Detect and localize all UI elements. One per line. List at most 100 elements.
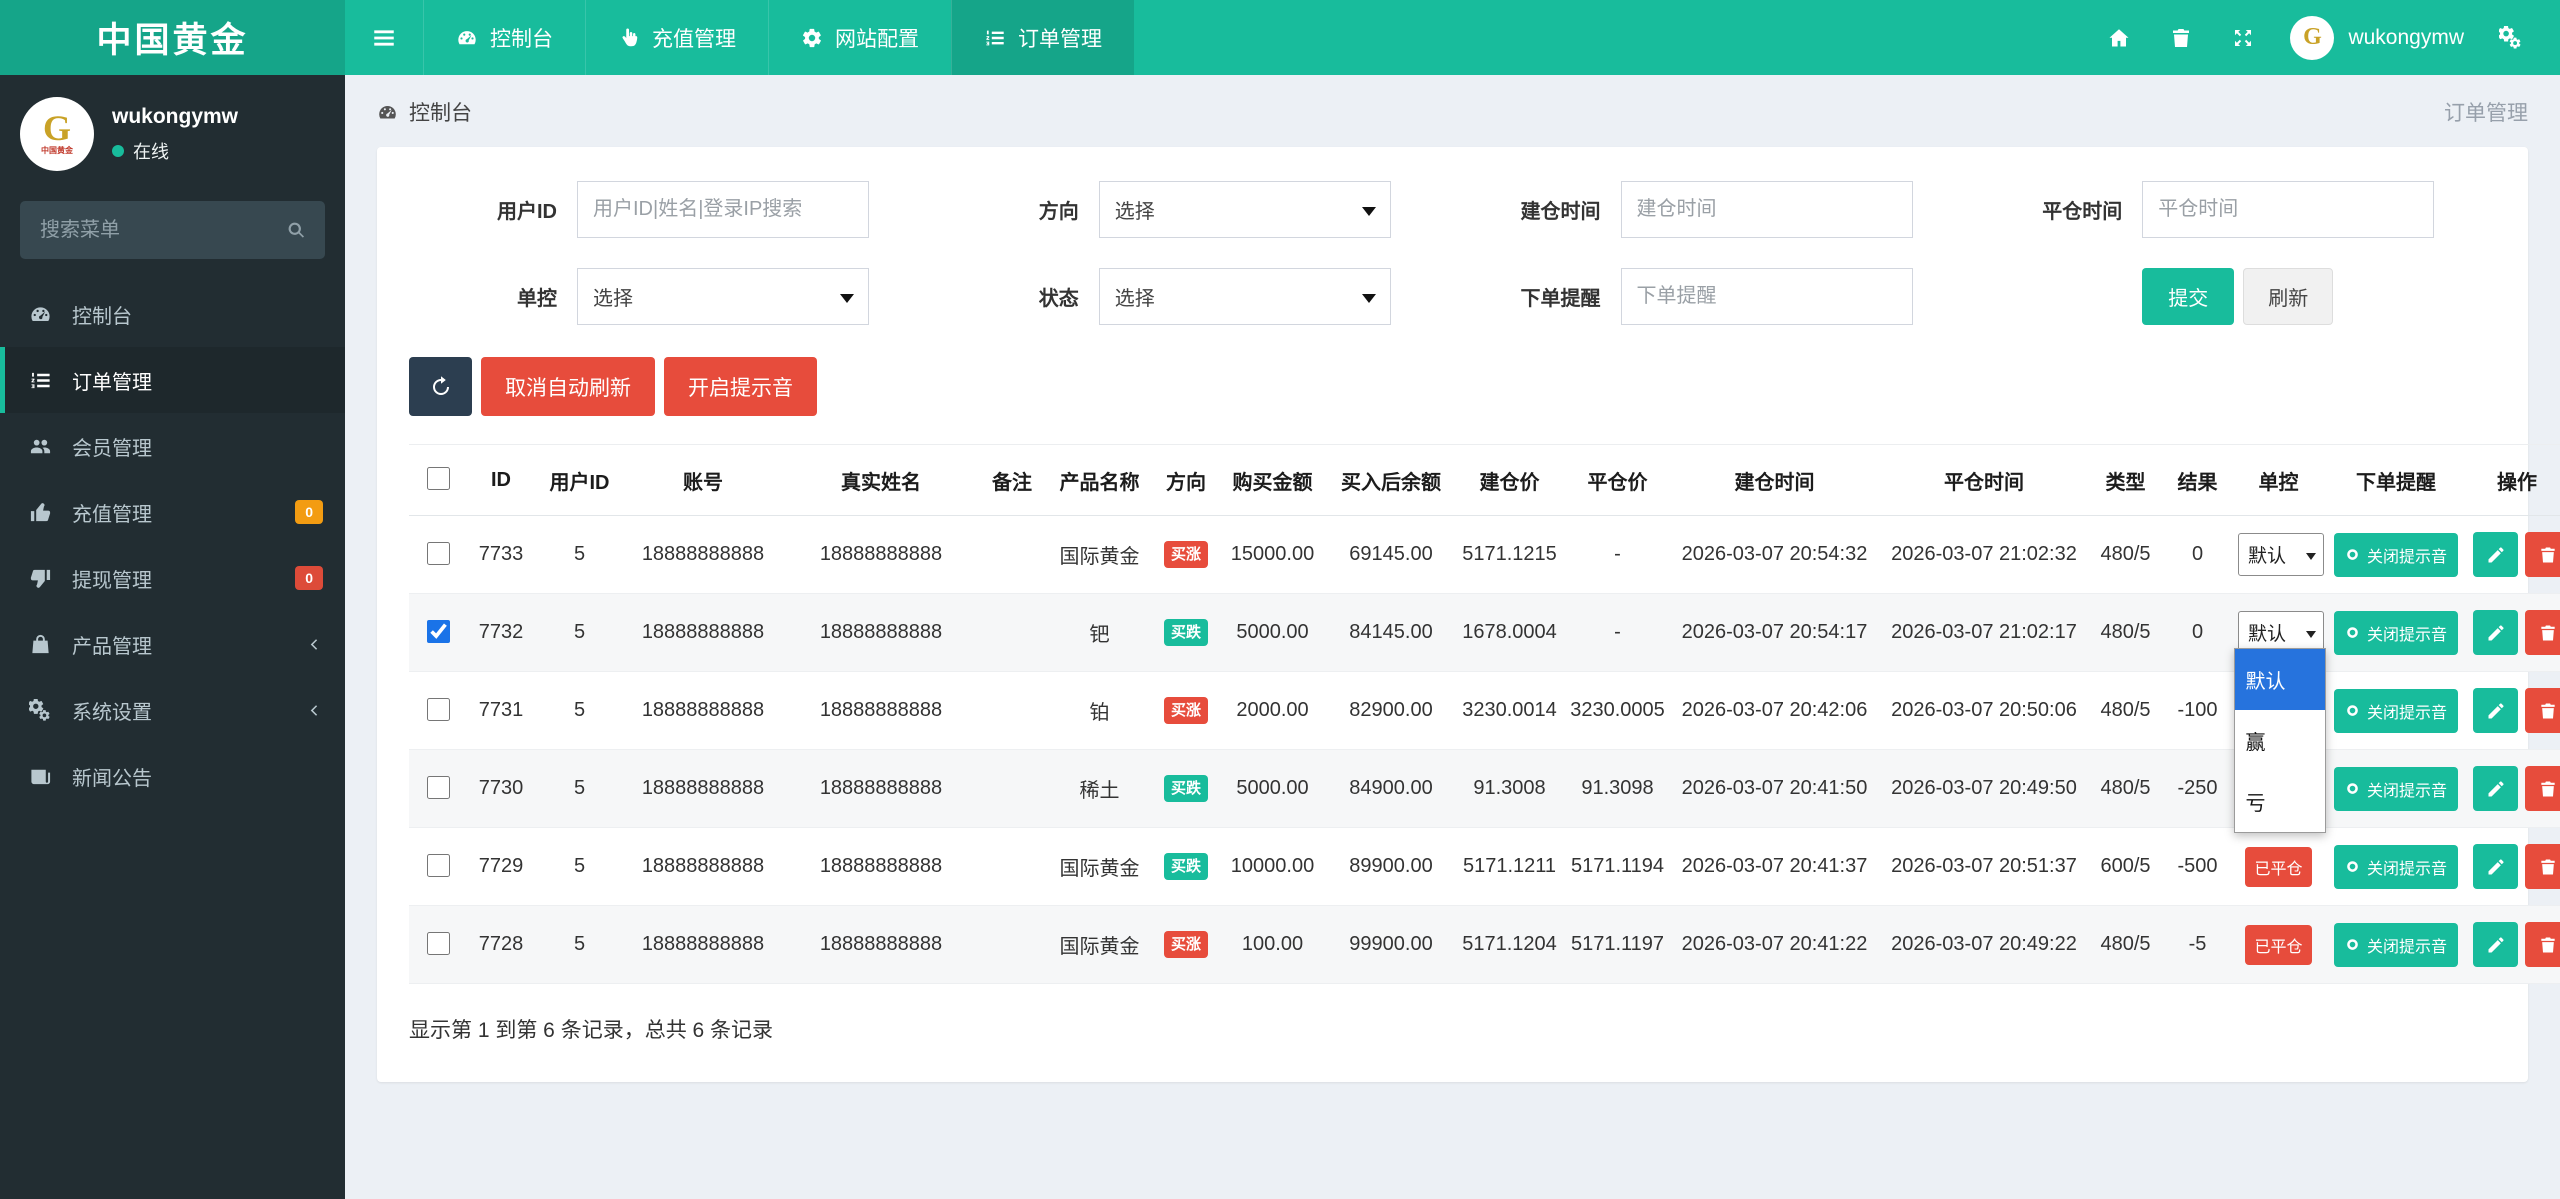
close-sound-button[interactable]: 关闭提示音	[2333, 532, 2458, 577]
status-select[interactable]: 选择	[1098, 268, 1391, 325]
edit-button[interactable]	[2473, 688, 2518, 733]
row-checkbox[interactable]	[426, 541, 450, 565]
close-sound-button[interactable]: 关闭提示音	[2333, 688, 2458, 733]
row-checkbox[interactable]	[426, 931, 450, 955]
submit-button[interactable]: 提交	[2142, 268, 2235, 325]
cancel-auto-refresh-button[interactable]: 取消自动刷新	[481, 357, 655, 416]
edit-button[interactable]	[2473, 844, 2518, 889]
control-select[interactable]: 选择	[577, 268, 869, 325]
edit-button[interactable]	[2473, 532, 2518, 577]
remind-input[interactable]	[1620, 268, 1913, 325]
close-time-cell: 2026-03-07 21:02:32	[1878, 515, 2090, 594]
row-checkbox[interactable]	[426, 697, 450, 721]
thumbs-down-icon	[25, 567, 55, 590]
user-id-cell: 5	[536, 515, 623, 594]
bag-icon	[25, 633, 55, 656]
close-time-input[interactable]	[2142, 181, 2435, 238]
sidebar-item-label: 会员管理	[72, 437, 152, 460]
column-header: 用户ID	[536, 444, 623, 516]
sidebar-item-3[interactable]: 会员管理	[0, 413, 345, 479]
balance-cell: 89900.00	[1327, 827, 1455, 906]
brand-logo: 中国黄金	[0, 0, 345, 75]
list-ol-icon	[25, 369, 55, 392]
nav-tab-label: 控制台	[490, 27, 553, 51]
close-sound-button[interactable]: 关闭提示音	[2333, 766, 2458, 811]
nav-tab-3[interactable]: 网站配置	[768, 0, 951, 75]
delete-button[interactable]	[2525, 688, 2560, 733]
nav-tab-4[interactable]: 订单管理	[951, 0, 1134, 75]
dropdown-option-1[interactable]: 默认	[2234, 649, 2325, 710]
delete-button[interactable]	[2525, 922, 2560, 967]
delete-button[interactable]	[2525, 844, 2560, 889]
pencil-icon	[2486, 779, 2506, 799]
column-header: 平仓时间	[1878, 444, 2090, 516]
orders-panel: 用户ID 方向 选择 建仓时间 平仓时间 单控 选择 状态 选择	[377, 147, 2560, 1082]
dropdown-option-2[interactable]: 赢	[2235, 710, 2325, 771]
nav-tab-2[interactable]: 充值管理	[585, 0, 768, 75]
select-all-checkbox[interactable]	[426, 467, 450, 490]
search-icon[interactable]	[286, 220, 307, 241]
balance-cell: 69145.00	[1327, 515, 1455, 594]
fullscreen-button[interactable]	[2212, 0, 2274, 75]
refresh-button[interactable]: 刷新	[2243, 268, 2334, 325]
home-button[interactable]	[2088, 0, 2150, 75]
close-time-cell: 2026-03-07 20:49:50	[1878, 749, 2090, 828]
row-checkbox[interactable]	[426, 775, 450, 799]
control-cell: 默认 默认赢亏	[2233, 593, 2326, 833]
direction-badge: 买涨	[1163, 696, 1208, 725]
column-header: 单控	[2234, 444, 2323, 516]
direction-select[interactable]: 选择	[1098, 181, 1391, 238]
donut-icon	[2345, 703, 2360, 718]
edit-button[interactable]	[2473, 766, 2518, 811]
close-price-cell: 3230.0005	[1564, 671, 1671, 750]
close-time-label: 平仓时间	[2042, 201, 2123, 223]
row-checkbox[interactable]	[426, 853, 450, 877]
close-sound-button[interactable]: 关闭提示音	[2333, 610, 2458, 655]
settings-button[interactable]	[2480, 0, 2542, 75]
trash-icon	[2538, 623, 2558, 643]
close-sound-button[interactable]: 关闭提示音	[2333, 922, 2458, 967]
sidebar-item-4[interactable]: 充值管理 0	[0, 479, 345, 545]
sidebar-item-2[interactable]: 订单管理	[0, 347, 345, 413]
sidebar-toggle-button[interactable]	[345, 0, 423, 75]
tachometer-icon	[25, 303, 55, 326]
sidebar-item-6[interactable]: 产品管理	[0, 611, 345, 677]
navbar-username: wukongymw	[2348, 25, 2464, 49]
reload-table-button[interactable]	[409, 357, 472, 416]
clear-cache-button[interactable]	[2150, 0, 2212, 75]
user-menu[interactable]: G wukongymw	[2274, 15, 2480, 60]
result-cell: 0	[2161, 593, 2234, 672]
type-cell: 480/5	[2090, 515, 2161, 594]
status-label: 状态	[1038, 288, 1079, 310]
close-time-cell: 2026-03-07 21:02:17	[1878, 593, 2090, 672]
open-time-input[interactable]	[1620, 181, 1913, 238]
row-control-value: 默认	[2248, 546, 2287, 567]
edit-button[interactable]	[2473, 922, 2518, 967]
open-time-cell: 2026-03-07 20:54:17	[1671, 593, 1878, 672]
sidebar-item-7[interactable]: 系统设置	[0, 677, 345, 743]
product-cell: 国际黄金	[1045, 515, 1154, 594]
row-checkbox[interactable]	[426, 619, 450, 643]
id-cell: 7732	[466, 593, 536, 672]
column-header: 买入后余额	[1327, 444, 1455, 516]
list-ol-icon	[984, 27, 1006, 49]
delete-button[interactable]	[2525, 610, 2560, 655]
close-sound-button[interactable]: 关闭提示音	[2333, 844, 2458, 889]
delete-button[interactable]	[2525, 532, 2560, 577]
nav-tab-1[interactable]: 控制台	[423, 0, 585, 75]
delete-button[interactable]	[2525, 766, 2560, 811]
sidebar-item-5[interactable]: 提现管理 0	[0, 545, 345, 611]
sidebar-item-1[interactable]: 控制台	[0, 281, 345, 347]
enable-sound-button[interactable]: 开启提示音	[664, 357, 817, 416]
user-id-input[interactable]	[577, 181, 869, 238]
user-id-cell: 5	[536, 749, 623, 828]
sidebar-menu: 控制台 订单管理会员管理充值管理 0 提现管理 0 产品管理 系统设置 新闻公告	[0, 281, 345, 809]
table-toolbar: 取消自动刷新 开启提示音	[409, 357, 2496, 416]
dropdown-option-3[interactable]: 亏	[2235, 771, 2325, 832]
open-time-cell: 2026-03-07 20:41:37	[1671, 827, 1878, 906]
sidebar-item-8[interactable]: 新闻公告	[0, 743, 345, 809]
row-control-select[interactable]: 默认	[2238, 533, 2324, 576]
search-input[interactable]	[38, 217, 278, 243]
donut-icon	[2345, 937, 2360, 952]
edit-button[interactable]	[2473, 610, 2518, 655]
